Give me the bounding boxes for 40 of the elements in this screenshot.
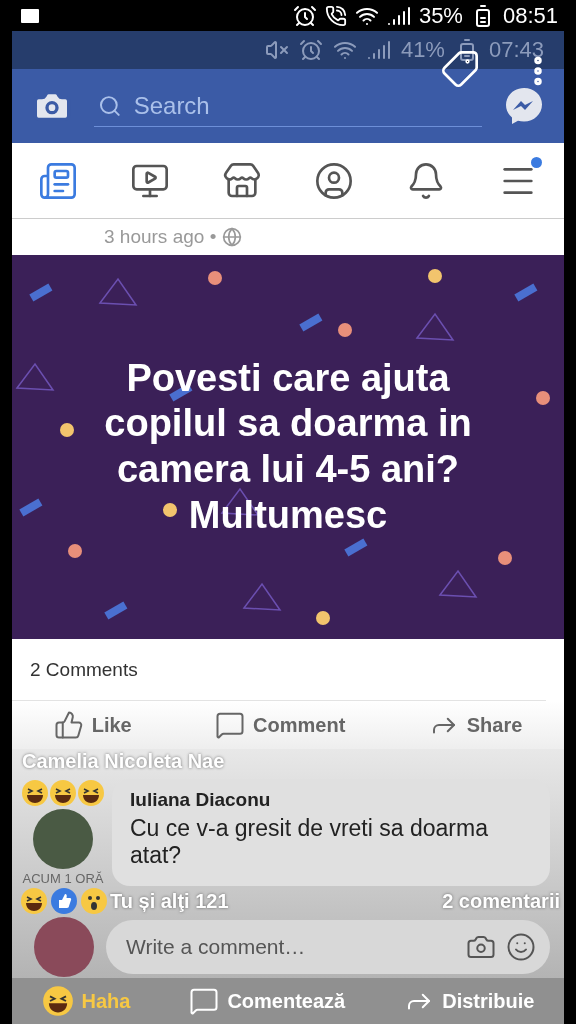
comment-button[interactable]: Comentează	[183, 985, 352, 1017]
profile-icon	[314, 160, 354, 201]
like-reaction-icon	[50, 887, 78, 915]
share-button[interactable]: Distribuie	[398, 985, 541, 1017]
mute-icon	[264, 38, 289, 62]
author-name: Camelia Nicoleta Nae	[22, 749, 225, 773]
like-button[interactable]: Like	[47, 709, 138, 741]
alarm-icon	[298, 38, 323, 62]
comment-button[interactable]: Comment	[209, 709, 352, 741]
alarm-icon	[292, 3, 317, 28]
thumbs-up-icon	[53, 710, 84, 740]
laughing-face-icon	[20, 887, 48, 915]
avatar	[34, 917, 94, 977]
comment-field[interactable]: Write a comment…	[106, 920, 550, 974]
call-icon	[324, 4, 347, 27]
battery-percent: 41%	[400, 37, 445, 63]
clock-time: 07:43	[488, 37, 544, 63]
comments-count[interactable]: 2 Comments	[30, 658, 138, 681]
avatar	[33, 809, 93, 869]
news-feed-icon	[38, 160, 78, 201]
post-timestamp: 3 hours ago •	[104, 226, 217, 248]
signal-icon	[366, 38, 391, 62]
laughing-face-icon	[21, 779, 49, 807]
comment-text: Cu ce v-a gresit de vreti sa doarma atat?	[130, 815, 489, 869]
speech-bubble-icon	[215, 710, 246, 740]
laughing-face-icon	[77, 779, 105, 807]
surprised-face-icon	[80, 887, 108, 915]
speech-bubble-icon	[189, 986, 220, 1016]
laughing-face-icon	[41, 985, 74, 1017]
battery-percent: 35%	[418, 2, 463, 29]
clock-time: 08:51	[502, 2, 558, 29]
globe-icon	[222, 227, 243, 247]
comment-input[interactable]: Write a comment…	[124, 934, 456, 960]
post-text: Povesti care ajuta copilul sa doarma in camera lui 4-5 ani? Multumesc	[103, 355, 473, 538]
smiley-icon[interactable]	[506, 932, 536, 962]
commenter-name[interactable]: Iuliana Diaconu	[130, 789, 532, 811]
share-button[interactable]: Share	[422, 709, 529, 741]
laughing-face-icon	[49, 779, 77, 807]
messenger-icon[interactable]	[504, 86, 544, 126]
post-time: ACUM 1 ORĂ	[22, 871, 104, 886]
